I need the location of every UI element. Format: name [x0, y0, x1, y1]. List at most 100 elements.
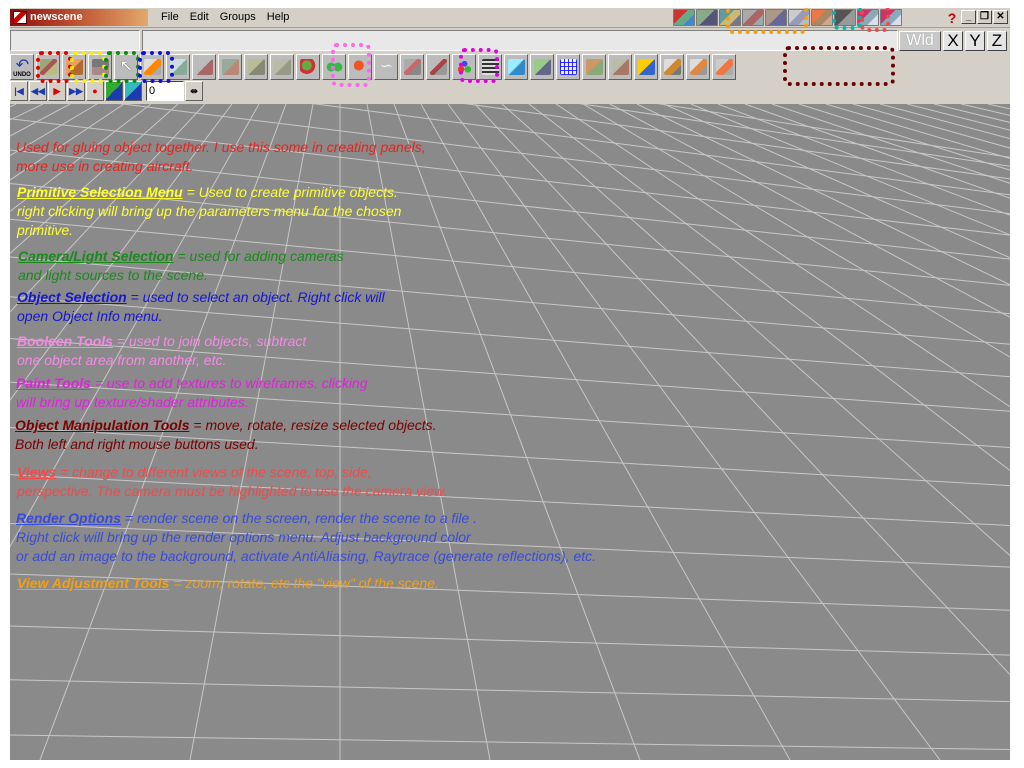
- annotation-text: = zoom, rotate, etc the "view" of the sc…: [169, 575, 439, 591]
- texture-map-tool[interactable]: [530, 54, 554, 80]
- annotation-heading: Booleen Tools: [17, 333, 113, 349]
- camera-light-button[interactable]: [88, 54, 112, 80]
- annotation-heading: Views: [17, 464, 57, 480]
- frame-slider-icon[interactable]: ⇹: [185, 81, 203, 101]
- primitive-selection-button[interactable]: [62, 54, 86, 80]
- manipulation-highlight: [783, 46, 895, 86]
- material-balls-icon: [456, 59, 473, 75]
- resize-tool[interactable]: [712, 54, 736, 80]
- render-file-icon[interactable]: [811, 9, 833, 26]
- extrude-tool[interactable]: [192, 54, 216, 80]
- boolean-tool-button[interactable]: [296, 54, 320, 80]
- move-icon: [664, 59, 681, 75]
- view-adjustment-annotation: View Adjustment Tools = zoom, rotate, et…: [17, 555, 439, 593]
- close-button[interactable]: ✕: [993, 10, 1008, 24]
- restore-button[interactable]: ❐: [977, 10, 992, 24]
- rotate-tool[interactable]: [686, 54, 710, 80]
- object-selection-button[interactable]: ↖: [114, 54, 138, 80]
- boolean-join-tool[interactable]: [322, 54, 346, 80]
- wire-box-icon: [612, 59, 629, 75]
- rotate-icon: [690, 59, 707, 75]
- shaded-cube-tool[interactable]: [504, 54, 528, 80]
- view-adjust-zoom-icon[interactable]: [696, 9, 718, 26]
- view-adjust-rotate-icon[interactable]: [742, 9, 764, 26]
- view-x-button[interactable]: X: [943, 31, 963, 51]
- help-icon[interactable]: ?: [944, 10, 960, 26]
- glue-icon: [40, 59, 57, 75]
- app-title-text: newscene: [30, 11, 83, 23]
- undo-icon: ↶: [15, 57, 30, 74]
- paint-face-tool[interactable]: [426, 54, 450, 80]
- 3d-text-icon: [638, 59, 655, 75]
- skip-to-start-icon[interactable]: |◀: [10, 81, 28, 101]
- grid-tool[interactable]: [556, 54, 580, 80]
- undo-button[interactable]: ↶ UNDO: [10, 54, 34, 80]
- view-adjust-fit-icon[interactable]: [788, 9, 810, 26]
- extrude-icon: [196, 59, 213, 75]
- wire-box-tool[interactable]: [608, 54, 632, 80]
- app-window: newscene File Edit Groups Help ? _ ❐ ✕ W…: [10, 8, 1010, 760]
- view-world-button[interactable]: Wld: [899, 31, 941, 51]
- record-icon[interactable]: ●: [86, 81, 104, 101]
- annotation-heading: Render Options: [16, 510, 122, 526]
- view-y-button[interactable]: Y: [965, 31, 985, 51]
- material-tool[interactable]: [452, 54, 476, 80]
- loft-tool[interactable]: [270, 54, 294, 80]
- draw-line-tool[interactable]: [140, 54, 164, 80]
- house-icon: [170, 59, 187, 75]
- grid-icon: [560, 59, 577, 75]
- app-logo-icon: [13, 11, 27, 24]
- render-background-icon[interactable]: [880, 9, 902, 26]
- title-bar: newscene File Edit Groups Help ? _ ❐ ✕: [10, 8, 1010, 28]
- paint-brush-icon: [404, 59, 421, 75]
- status-field: [10, 30, 140, 51]
- spline-tool[interactable]: ∽: [374, 54, 398, 80]
- resize-icon: [716, 59, 733, 75]
- boolean-subtract-tool[interactable]: [348, 54, 372, 80]
- glue-tool-button[interactable]: [36, 54, 60, 80]
- paint-face-icon: [430, 59, 447, 75]
- subtract-icon: [352, 59, 369, 75]
- arrow-pointer-icon: ↖: [119, 58, 134, 75]
- spline-curve-icon: ∽: [379, 58, 394, 75]
- app-title: newscene: [10, 9, 148, 26]
- move-tool[interactable]: [660, 54, 684, 80]
- menu-file[interactable]: File: [160, 11, 180, 27]
- view-adjust-pan-icon[interactable]: [719, 9, 741, 26]
- loft-icon: [274, 59, 291, 75]
- paint-tool-button[interactable]: [400, 54, 424, 80]
- view-axis-buttons: Wld X Y Z: [899, 31, 1007, 51]
- sweep-icon: [248, 59, 265, 75]
- rewind-icon[interactable]: ◀◀: [29, 81, 47, 101]
- join-icon: [326, 59, 343, 75]
- menu-edit[interactable]: Edit: [189, 11, 210, 27]
- pen-icon: [144, 59, 161, 75]
- sweep-tool[interactable]: [244, 54, 268, 80]
- minimize-button[interactable]: _: [961, 10, 976, 24]
- status-bar: [142, 30, 898, 51]
- keyframe-arrow-icon[interactable]: [105, 81, 123, 101]
- list-icon: [482, 59, 499, 75]
- annotation-heading: Primitive Selection Menu: [17, 184, 183, 200]
- texture-map-icon: [534, 59, 551, 75]
- render-screen-icon[interactable]: [673, 9, 695, 26]
- view-adjust-orbit-icon[interactable]: [765, 9, 787, 26]
- annotation-heading: Object Selection: [17, 289, 127, 305]
- texture-list-tool[interactable]: [478, 54, 502, 80]
- play-icon[interactable]: ▶: [48, 81, 66, 101]
- menu-help[interactable]: Help: [266, 11, 291, 27]
- keyframe-object-icon[interactable]: [124, 81, 142, 101]
- view-z-button[interactable]: Z: [987, 31, 1007, 51]
- scene-tool[interactable]: [582, 54, 606, 80]
- frame-number-input[interactable]: [146, 81, 184, 101]
- house-tool[interactable]: [166, 54, 190, 80]
- camera-view-icon[interactable]: [834, 9, 856, 26]
- render-options-icon[interactable]: [857, 9, 879, 26]
- shaded-cube-icon: [508, 59, 525, 75]
- 3d-text-tool[interactable]: [634, 54, 658, 80]
- annotation-heading: Object Manipulation Tools: [15, 417, 190, 433]
- lathe-tool[interactable]: [218, 54, 242, 80]
- fast-forward-icon[interactable]: ▶▶: [67, 81, 85, 101]
- boolean-sphere-icon: [300, 59, 317, 75]
- menu-groups[interactable]: Groups: [219, 11, 257, 27]
